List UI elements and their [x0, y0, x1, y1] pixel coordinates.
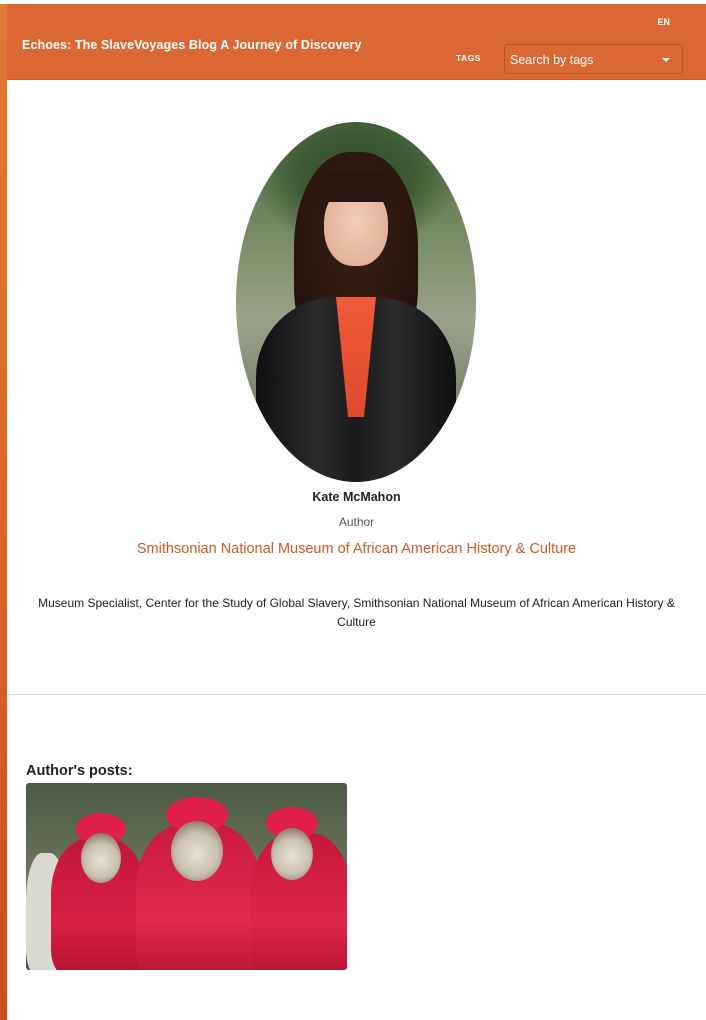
thumb-face — [81, 833, 121, 883]
thumb-face — [271, 828, 313, 880]
author-avatar — [236, 122, 476, 482]
chevron-down-icon — [662, 58, 670, 62]
author-institution-link[interactable]: Smithsonian National Museum of African A… — [7, 541, 706, 557]
author-profile: Kate McMahon Author Smithsonian National… — [7, 80, 706, 1020]
site-title-link[interactable]: Echoes: The SlaveVoyages Blog A Journey … — [22, 38, 362, 52]
author-bio: Museum Specialist, Center for the Study … — [38, 596, 675, 629]
avatar-bangs — [320, 170, 392, 202]
language-switcher[interactable]: EN — [657, 17, 670, 27]
authors-posts-heading: Author's posts: — [26, 763, 133, 779]
author-role: Author — [338, 515, 375, 529]
section-divider — [7, 694, 706, 695]
author-name: Kate McMahon — [312, 490, 401, 504]
thumb-face — [171, 821, 223, 881]
tags-label: TAGS — [456, 53, 481, 63]
page-edge — [0, 0, 7, 1020]
post-thumbnail[interactable] — [26, 783, 347, 970]
tags-search-value: Search by tags — [510, 53, 594, 67]
tags-search-select[interactable]: Search by tags — [504, 44, 683, 74]
site-header: Echoes: The SlaveVoyages Blog A Journey … — [7, 4, 706, 80]
